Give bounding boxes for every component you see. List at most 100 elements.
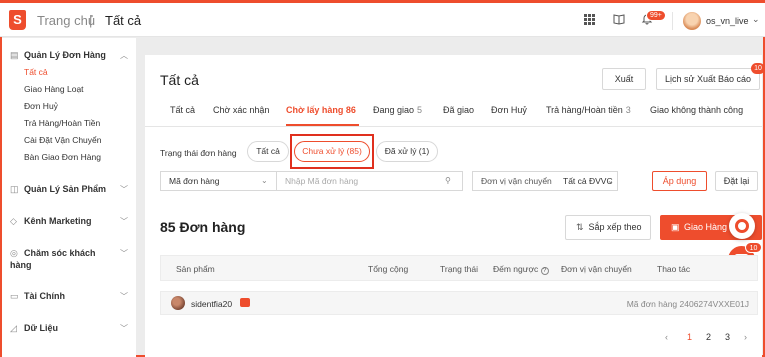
assistant-icon xyxy=(735,219,749,233)
column-header: Thao tác xyxy=(657,264,691,274)
help-icon[interactable]: ? xyxy=(540,267,549,275)
pagination-page[interactable]: 1 xyxy=(687,332,692,342)
table-row[interactable]: sidentfia20 Mã đơn hàng 2406274VXXE01J xyxy=(160,291,758,315)
chat-icon[interactable] xyxy=(240,298,250,307)
tab-shipping[interactable]: Đang giao 5 xyxy=(373,105,422,115)
sidebar-section-products[interactable]: ◫ Quản Lý Sản Phẩm xyxy=(10,184,106,195)
sort-label: Sắp xếp theo xyxy=(588,222,642,232)
sidebar-section-label: Quản Lý Đơn Hàng xyxy=(24,50,106,60)
export-button[interactable]: Xuất xyxy=(602,68,646,90)
breadcrumb-separator: | xyxy=(89,13,93,28)
divider xyxy=(672,12,673,30)
username[interactable]: os_vn_live xyxy=(706,16,749,26)
chevron-down-icon[interactable]: ﹀ xyxy=(120,216,128,227)
sidebar-item-shipping-settings[interactable]: Cài Đặt Vận Chuyển xyxy=(24,135,102,145)
sidebar-section-label: Kênh Marketing xyxy=(24,216,92,226)
sidebar-section-label: Quản Lý Sản Phẩm xyxy=(24,184,107,194)
tab-label: Đã giao xyxy=(443,105,475,115)
sidebar-section-customer-care[interactable]: ◎ Chăm sóc khách hàng xyxy=(10,247,102,271)
sort-button[interactable]: ⇅ Sắp xếp theo xyxy=(565,215,651,240)
notification-badge: 99+ xyxy=(646,10,666,21)
sidebar-item-all[interactable]: Tất cả xyxy=(24,67,48,77)
search-field-select[interactable]: Mã đơn hàng ⌄ xyxy=(160,171,277,191)
tab-cancelled[interactable]: Đơn Huỷ xyxy=(491,105,527,115)
chevron-down-icon[interactable]: ﹀ xyxy=(120,323,128,334)
breadcrumb-home[interactable]: Trang chủ xyxy=(37,13,95,28)
sidebar-section-orders[interactable]: ▤ Quản Lý Đơn Hàng xyxy=(10,50,106,61)
tab-label: Đơn Huỷ xyxy=(491,105,527,115)
breadcrumb-current: Tất cả xyxy=(105,13,142,28)
chevron-down-icon[interactable]: ﹀ xyxy=(120,184,128,195)
clipboard-icon: ▤ xyxy=(10,50,19,60)
pagination-prev[interactable]: ‹ xyxy=(665,332,668,342)
search-input[interactable]: Nhập Mã đơn hàng ⚲ xyxy=(277,171,463,191)
column-header: Tổng cộng xyxy=(368,264,409,274)
tab-returns[interactable]: Trả hàng/Hoàn tiền 3 xyxy=(546,105,631,115)
chat-badge: 10 xyxy=(745,242,762,253)
sidebar-item-returns[interactable]: Trả Hàng/Hoàn Tiền xyxy=(24,118,100,128)
pagination-page[interactable]: 3 xyxy=(725,332,730,342)
chevron-down-icon: ⌄ xyxy=(261,176,268,185)
tabs-divider xyxy=(145,126,762,127)
active-tab-indicator xyxy=(286,124,359,126)
order-id: Mã đơn hàng 2406274VXXE01J xyxy=(626,299,749,309)
column-header: Đơn vị vận chuyển xyxy=(561,264,632,274)
chevron-down-icon[interactable]: ⌄ xyxy=(752,14,760,25)
wallet-icon: ▭ xyxy=(10,291,19,301)
headset-icon: ◎ xyxy=(10,248,18,258)
ship-label: Giao Hàng xyxy=(684,222,728,232)
sidebar-item-bulk-ship[interactable]: Giao Hàng Loạt xyxy=(24,84,84,94)
sidebar-item-cancelled[interactable]: Đơn Huỷ xyxy=(24,101,58,111)
orders-count: 85 Đơn hàng xyxy=(160,219,246,235)
tab-all[interactable]: Tất cả xyxy=(170,105,195,115)
column-header: Sản phẩm xyxy=(176,264,215,274)
sidebar-section-label: Chăm sóc khách hàng xyxy=(10,248,96,270)
carrier-select[interactable]: Đơn vị vận chuyển Tất cả ĐVVC ⌄ xyxy=(472,171,618,191)
tab-count: 3 xyxy=(625,105,631,115)
chevron-up-icon[interactable]: ︿ xyxy=(120,50,128,61)
column-header-label: Đếm ngược xyxy=(493,264,539,274)
tab-failed-delivery[interactable]: Giao không thành công xyxy=(650,105,743,115)
search-field-select-value: Mã đơn hàng xyxy=(169,176,220,186)
apply-button[interactable]: Áp dụng xyxy=(652,171,707,191)
search-placeholder: Nhập Mã đơn hàng xyxy=(285,176,359,186)
chevron-down-icon[interactable]: ﹀ xyxy=(120,291,128,302)
export-history-button[interactable]: Lịch sử Xuất Báo cáo xyxy=(656,68,760,90)
chevron-down-icon[interactable]: ﹀ xyxy=(120,248,128,259)
carrier-select-value: Tất cả ĐVVC xyxy=(563,176,613,186)
tab-label: Trả hàng/Hoàn tiền xyxy=(546,105,623,115)
floating-assistant-button[interactable] xyxy=(729,213,755,239)
seller-avatar[interactable] xyxy=(171,296,185,310)
tag-icon: ◇ xyxy=(10,216,17,226)
tab-to-confirm[interactable]: Chờ xác nhận xyxy=(213,105,269,115)
status-filter-label: Trạng thái đơn hàng xyxy=(160,148,237,158)
tab-delivered[interactable]: Đã giao xyxy=(443,105,474,115)
search-icon[interactable]: ⚲ xyxy=(445,172,451,190)
sidebar-section-data[interactable]: ◿ Dữ Liệu xyxy=(10,323,58,334)
sort-icon: ⇅ xyxy=(576,222,584,232)
sidebar-section-marketing[interactable]: ◇ Kênh Marketing xyxy=(10,216,92,227)
seller-name[interactable]: sidentfia20 xyxy=(191,299,232,309)
avatar[interactable] xyxy=(683,12,701,30)
tab-count: 86 xyxy=(345,105,356,115)
pagination-page[interactable]: 2 xyxy=(706,332,711,342)
tab-to-ship[interactable]: Chờ lấy hàng 86 xyxy=(286,105,356,115)
chevron-down-icon: ⌄ xyxy=(607,176,614,185)
status-pill-processed[interactable]: Đã xử lý (1) xyxy=(376,141,438,162)
column-header: Trạng thái xyxy=(440,264,478,274)
reset-button[interactable]: Đặt lại xyxy=(715,171,758,191)
table-header: Sản phẩm Tổng cộng Trạng thái Đếm ngược … xyxy=(160,255,758,281)
tab-label: Chờ xác nhận xyxy=(213,105,270,115)
apps-grid-icon[interactable] xyxy=(584,14,598,28)
status-pill-all[interactable]: Tất cả xyxy=(247,141,289,162)
bag-icon: ◫ xyxy=(10,184,19,194)
sidebar: ▤ Quản Lý Đơn Hàng ︿ Tất cả Giao Hàng Loạ… xyxy=(2,38,136,357)
sidebar-section-label: Dữ Liệu xyxy=(24,323,59,333)
tab-label: Giao không thành công xyxy=(650,105,744,115)
shopee-logo-icon[interactable]: S xyxy=(9,10,26,30)
truck-icon: ▣ xyxy=(671,222,680,232)
pagination-next[interactable]: › xyxy=(744,332,747,342)
sidebar-section-finance[interactable]: ▭ Tài Chính xyxy=(10,291,65,302)
book-icon[interactable] xyxy=(612,13,626,27)
sidebar-item-handover[interactable]: Bàn Giao Đơn Hàng xyxy=(24,152,101,162)
